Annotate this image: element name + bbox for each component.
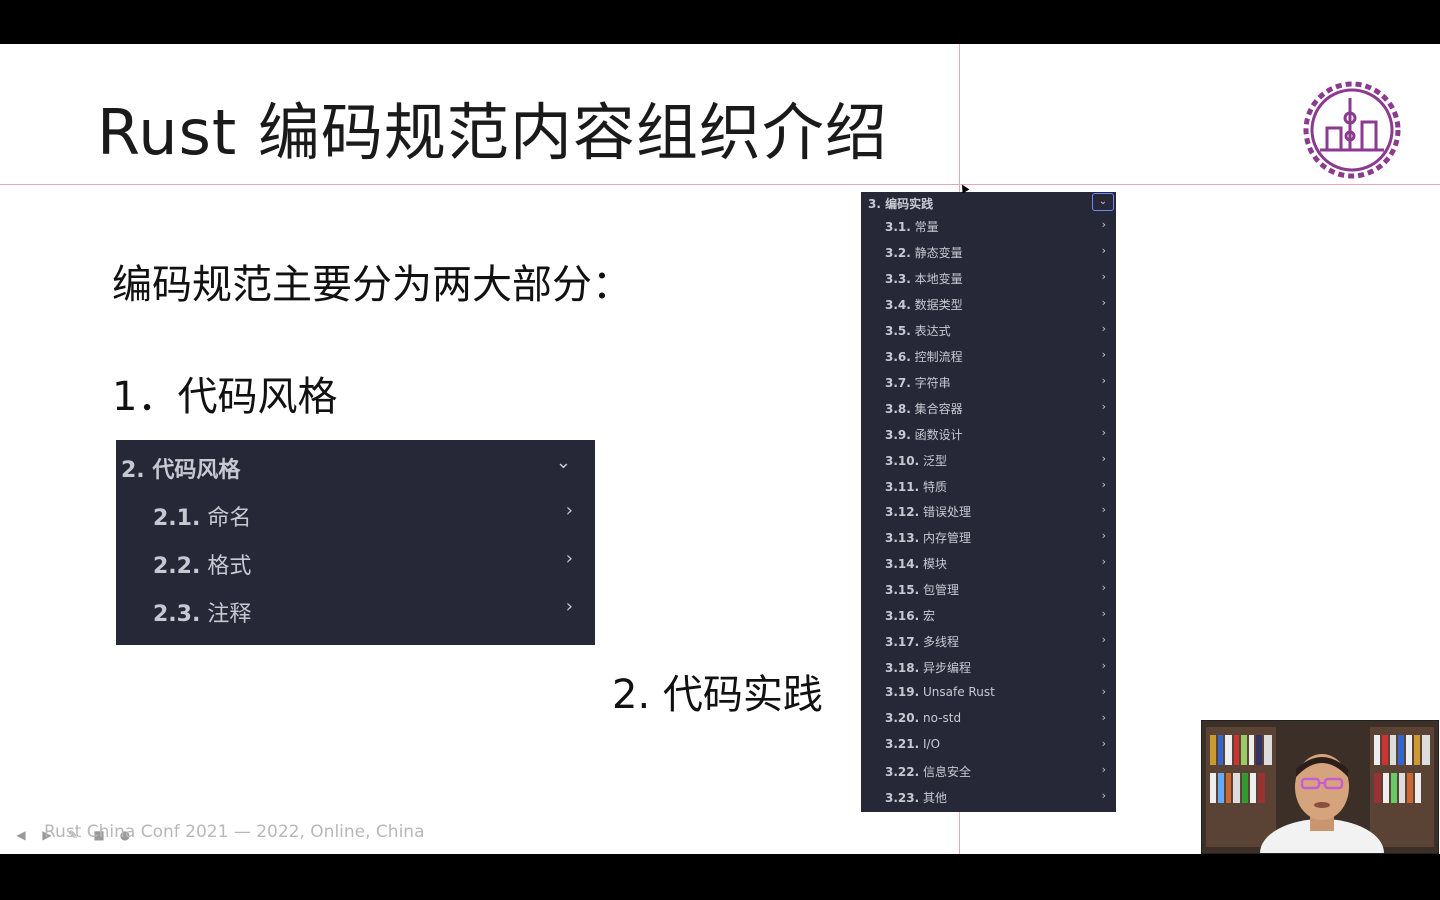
toc-practice-item[interactable]: 3.23. 其他 › [885, 789, 1106, 809]
chevron-down-icon[interactable]: ⌄ [556, 452, 571, 473]
toc-practice-item[interactable]: 3.18. 异步编程 › [885, 659, 1106, 679]
toc-practice-item[interactable]: 3.14. 模块 › [885, 555, 1106, 575]
toc-practice-item[interactable]: 3.20. no-std › [885, 711, 1106, 731]
toc-practice-item[interactable]: 3.2. 静态变量 › [885, 244, 1106, 264]
toc-practice-item[interactable]: 3.3. 本地变量 › [885, 270, 1106, 290]
chevron-right-icon: › [565, 596, 573, 617]
part-two-label: 2. 代码实践 [612, 672, 823, 718]
chevron-right-icon: › [1101, 788, 1106, 802]
chevron-right-icon: › [1101, 373, 1106, 387]
toc-practice-item[interactable]: 3.22. 信息安全 › [885, 763, 1106, 783]
toc-practice-item[interactable]: 3.9. 函数设计 › [885, 426, 1106, 446]
collapse-chevron-icon[interactable]: ⌄ [1092, 193, 1114, 211]
conference-emblem-icon [1303, 81, 1401, 179]
toc-practice-item[interactable]: 3.5. 表达式 › [885, 322, 1106, 342]
toc-practice-item[interactable]: 3.15. 包管理 › [885, 581, 1106, 601]
chevron-right-icon: › [1101, 685, 1106, 699]
chevron-right-icon: › [1101, 762, 1106, 776]
toc-practice-item[interactable]: 3.1. 常量 › [885, 218, 1106, 238]
slide-title: Rust 编码规范内容组织介绍 [97, 96, 888, 169]
chevron-right-icon: › [1101, 295, 1106, 309]
toc-practice-item[interactable]: 3.12. 错误处理 › [885, 503, 1106, 523]
chevron-right-icon: › [1101, 633, 1106, 647]
chevron-right-icon: › [1101, 581, 1106, 595]
toc-practice-item[interactable]: 3.17. 多线程 › [885, 633, 1106, 653]
chevron-right-icon: › [565, 500, 573, 521]
toc-practice-item[interactable]: 3.4. 数据类型 › [885, 296, 1106, 316]
toc-practice-item[interactable]: 3.6. 控制流程 › [885, 348, 1106, 368]
toc-code-practice-panel: 3. 编码实践 ⌄ 3.1. 常量 › 3.2. 静态变量 › 3.3. 本地变量 › 3.… [861, 192, 1116, 812]
toc-practice-item[interactable]: 3.19. Unsafe Rust › [885, 685, 1106, 705]
chevron-right-icon: › [1101, 218, 1106, 231]
chevron-right-icon: › [1101, 477, 1106, 491]
chevron-right-icon: › [1101, 659, 1106, 673]
toc-practice-item[interactable]: 3.8. 集合容器 › [885, 400, 1106, 420]
toc-style-header[interactable]: 2. 代码风格 [121, 452, 240, 484]
chevron-right-icon: › [1101, 399, 1106, 413]
toc-style-item[interactable]: 2.1. 命名 › [153, 500, 573, 532]
guide-line-horizontal [0, 184, 1440, 185]
toc-style-item[interactable]: 2.2. 格式 › [153, 548, 573, 580]
chevron-right-icon: › [1101, 269, 1106, 283]
chevron-right-icon: › [1101, 555, 1106, 569]
chevron-right-icon: › [1101, 451, 1106, 465]
chevron-right-icon: › [1101, 737, 1106, 750]
toc-practice-item[interactable]: 3.13. 内存管理 › [885, 529, 1106, 549]
chevron-right-icon: › [1101, 347, 1106, 361]
webcam-presenter-video [1201, 720, 1439, 854]
chevron-right-icon: › [1101, 425, 1106, 439]
toc-practice-item[interactable]: 3.7. 字符串 › [885, 374, 1106, 394]
chevron-right-icon: › [1101, 243, 1106, 257]
chevron-right-icon: › [1101, 321, 1106, 335]
chevron-right-icon: › [1101, 607, 1106, 621]
toc-practice-item[interactable]: 3.10. 泛型 › [885, 452, 1106, 472]
chevron-right-icon: › [1101, 711, 1106, 725]
previous-slide-icon[interactable]: ◀ [14, 828, 28, 842]
toc-practice-item[interactable]: 3.21. I/O › [885, 737, 1106, 757]
slide-footer: Rust China Conf 2021 — 2022, Online, Chi… [44, 822, 425, 842]
toc-code-style-panel: 2. 代码风格 ⌄ 2.1. 命名 › 2.2. 格式 › 2.3. 注释 › [116, 440, 595, 645]
chevron-right-icon: › [1101, 503, 1106, 517]
chevron-right-icon: › [565, 548, 573, 569]
chevron-right-icon: › [1101, 529, 1106, 543]
intro-text: 编码规范主要分为两大部分： [112, 262, 632, 308]
toc-practice-item[interactable]: 3.16. 宏 › [885, 607, 1106, 627]
part-one-label: 1．代码风格 [112, 374, 338, 420]
toc-practice-header[interactable]: 3. 编码实践 [868, 195, 933, 212]
toc-practice-item[interactable]: 3.11. 特质 › [885, 478, 1106, 498]
toc-style-item[interactable]: 2.3. 注释 › [153, 596, 573, 628]
